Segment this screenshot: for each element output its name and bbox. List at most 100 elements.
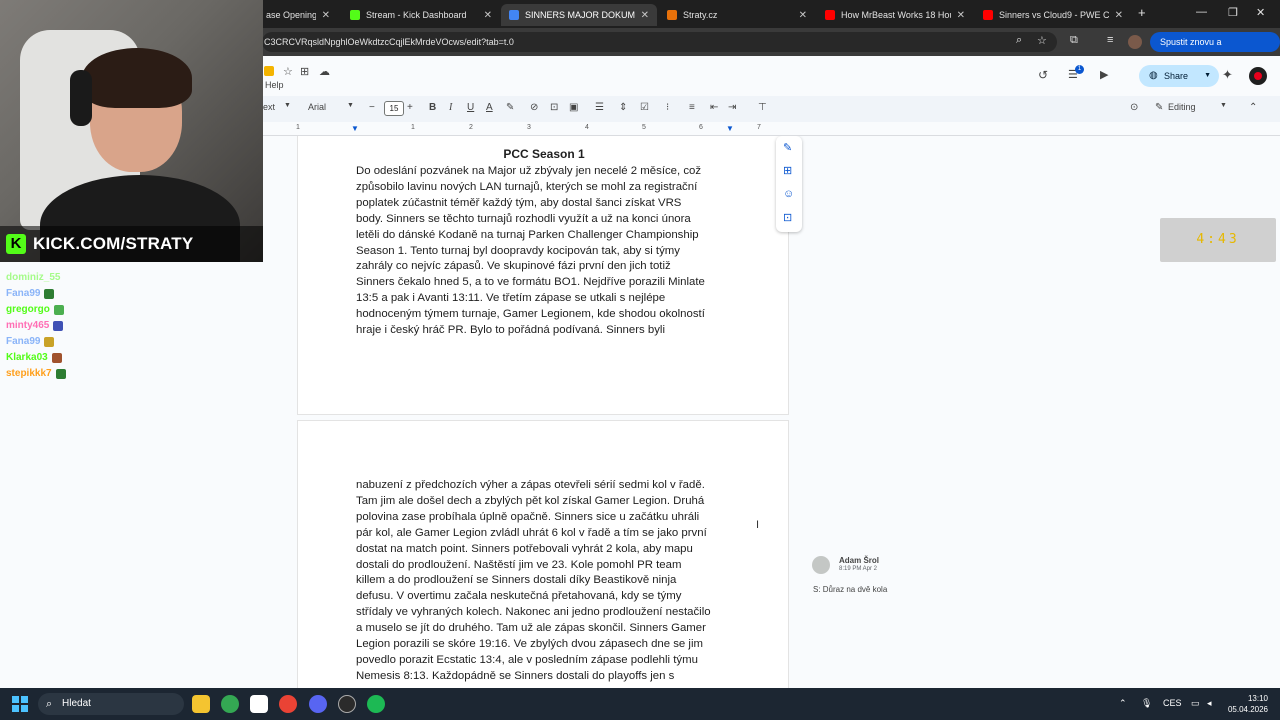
line-spacing-icon[interactable]: ⇕ — [619, 102, 627, 113]
comment-author: Adam Šrol — [839, 556, 880, 565]
menu-help[interactable]: Help — [265, 80, 284, 90]
document-page[interactable]: nabuzení z předchozích výher a zápas ote… — [297, 420, 789, 688]
move-folder-icon[interactable]: ⊞ — [300, 65, 309, 78]
share-label: Share — [1164, 71, 1189, 81]
language-indicator[interactable]: CES — [1163, 698, 1182, 708]
browser-tab[interactable]: ase Opening St ✕ — [258, 4, 338, 26]
close-icon[interactable]: ✕ — [957, 10, 965, 21]
right-indent-marker-icon[interactable]: ▼ — [726, 124, 734, 133]
browser-tab[interactable]: Sinners vs Cloud9 - PWE CS2 E ✕ — [975, 4, 1131, 26]
chrome-icon[interactable] — [221, 695, 239, 713]
media-icon[interactable]: ≡ — [1107, 34, 1113, 46]
decrease-indent-icon[interactable]: ⇤ — [710, 102, 718, 113]
text-line: body. Sinners se těchto turnajů rozhodli… — [356, 212, 691, 225]
notion-icon[interactable] — [250, 695, 268, 713]
extensions-icon[interactable]: ⧉ — [1070, 34, 1078, 47]
font-size-input[interactable]: 15 — [384, 101, 404, 116]
browser-tab[interactable]: Stream - Kick Dashboard ✕ — [342, 4, 500, 26]
discord-icon[interactable] — [309, 695, 327, 713]
link-icon[interactable]: ⊘ — [530, 102, 538, 113]
obs-icon[interactable] — [338, 695, 356, 713]
page2-body[interactable]: nabuzení z předchozích výher a zápas ote… — [356, 478, 736, 685]
bold-icon[interactable]: B — [429, 102, 436, 113]
microphone-icon[interactable]: 🎙 — [1141, 698, 1152, 709]
chevron-down-icon[interactable]: ▼ — [284, 102, 291, 109]
add-comment-icon[interactable]: ⊡ — [550, 102, 558, 113]
cloud-status-icon[interactable]: ☁ — [319, 65, 330, 78]
chevron-down-icon[interactable]: ▼ — [347, 102, 354, 109]
editing-mode-select[interactable]: Editing — [1168, 102, 1196, 112]
checklist-icon[interactable]: ☑ — [640, 102, 649, 113]
close-window-icon[interactable]: ✕ — [1256, 6, 1265, 19]
share-button[interactable]: ◍ Share ▼ — [1139, 65, 1219, 87]
chat-username: Klarka03 — [6, 352, 48, 363]
pencil-icon: ✎ — [1155, 102, 1164, 113]
avatar — [812, 556, 830, 574]
system-clock[interactable]: 13:10 05.04.2026 — [1222, 693, 1268, 715]
close-icon[interactable]: ✕ — [322, 10, 330, 21]
gemini-sparkle-icon[interactable]: ✦ — [1222, 67, 1233, 83]
relaunch-update-button[interactable]: Spustit znovu a aktualizovat ⋮ — [1150, 32, 1280, 67]
browser-tab-active[interactable]: SINNERS MAJOR DOKUMENT ✕ — [501, 4, 657, 26]
close-icon[interactable]: ✕ — [641, 10, 649, 21]
start-button[interactable] — [12, 696, 28, 712]
network-icon[interactable]: ▭ — [1191, 698, 1200, 709]
new-tab-button[interactable]: + — [1138, 5, 1146, 20]
version-history-icon[interactable]: ↺ — [1038, 68, 1048, 82]
text-line: Season 1. Tento turnaj byl doopravdy koc… — [356, 244, 680, 257]
zoom-icon[interactable]: ⌕ — [1016, 34, 1022, 47]
clear-formatting-icon[interactable]: ⊤ — [758, 102, 767, 113]
suggest-edit-icon[interactable]: ⊡ — [783, 211, 792, 224]
increase-indent-icon[interactable]: ⇥ — [728, 102, 736, 113]
text-line: povedlo porazit Ecstatic 13:4, ale v pos… — [356, 653, 698, 666]
chevron-up-icon[interactable]: ⌃ — [1119, 698, 1127, 709]
indent-marker-icon[interactable]: ▼ — [351, 124, 359, 133]
page1-body[interactable]: Do odeslání pozvánek na Major už zbývaly… — [356, 164, 736, 339]
star-icon[interactable]: ☆ — [283, 65, 293, 78]
search-placeholder: Hledat — [62, 698, 91, 709]
document-page[interactable]: PCC Season 1 Do odeslání pozvánek na Maj… — [297, 136, 789, 415]
numbered-list-icon[interactable]: ≡ — [689, 102, 695, 113]
profile-avatar[interactable] — [1128, 35, 1142, 49]
minimize-icon[interactable]: — — [1196, 6, 1207, 18]
browser-tab[interactable]: Straty.cz ✕ — [659, 4, 815, 26]
chrome-active-icon[interactable] — [279, 695, 297, 713]
text-line: poplatek zúčastnit téměř každý tým, aby … — [356, 196, 682, 209]
chat-username: Fana99 — [6, 288, 41, 299]
edit-icon[interactable]: ✎ — [783, 141, 792, 154]
decrease-font-icon[interactable]: − — [369, 102, 375, 113]
meet-icon[interactable]: ▶ — [1100, 68, 1108, 81]
insert-image-icon[interactable]: ▣ — [569, 102, 578, 113]
close-icon[interactable]: ✕ — [1115, 10, 1123, 21]
docs-logo-icon[interactable] — [264, 66, 274, 76]
highlight-icon[interactable]: ✎ — [506, 102, 514, 113]
collapse-menu-icon[interactable]: ⌃ — [1249, 102, 1257, 113]
file-explorer-icon[interactable] — [192, 695, 210, 713]
text-line: dostat na match point. Sinners potřebova… — [356, 542, 693, 555]
close-icon[interactable]: ✕ — [484, 10, 492, 21]
suggest-edits-icon[interactable]: ⊙ — [1130, 102, 1138, 113]
font-select[interactable]: Arial — [308, 102, 326, 112]
bullet-list-icon[interactable]: ⁝ — [666, 102, 669, 113]
close-icon[interactable]: ✕ — [799, 10, 807, 21]
text-color-icon[interactable]: A — [486, 102, 493, 113]
url-field[interactable]: C3CRCVRqsldNpghlOeWkdtzcCqjlEkMrdeVOcws/… — [262, 32, 1057, 52]
browser-tab[interactable]: How MrBeast Works 18 Hours ✕ — [817, 4, 973, 26]
document-canvas: PCC Season 1 Do odeslání pozvánek na Maj… — [262, 136, 1280, 688]
increase-font-icon[interactable]: + — [407, 102, 413, 113]
bookmark-star-icon[interactable]: ☆ — [1037, 34, 1047, 47]
timer-widget: 4:43 — [1160, 218, 1276, 262]
add-comment-icon[interactable]: ⊞ — [783, 164, 792, 177]
align-icon[interactable]: ☰ — [595, 102, 604, 113]
spotify-icon[interactable] — [367, 695, 385, 713]
underline-icon[interactable]: U — [467, 102, 474, 113]
emoji-reaction-icon[interactable]: ☺ — [783, 188, 794, 200]
taskbar-search[interactable]: ⌕ Hledat — [38, 693, 184, 715]
record-icon[interactable] — [1249, 67, 1267, 85]
webcam-feed: K KICK.COM/STRATY — [0, 0, 263, 262]
chevron-down-icon[interactable]: ▼ — [1220, 102, 1227, 109]
maximize-icon[interactable]: ❐ — [1228, 6, 1238, 19]
italic-icon[interactable]: I — [449, 102, 452, 113]
volume-icon[interactable]: ◂ — [1207, 698, 1212, 709]
style-select[interactable]: ext — [263, 102, 275, 112]
